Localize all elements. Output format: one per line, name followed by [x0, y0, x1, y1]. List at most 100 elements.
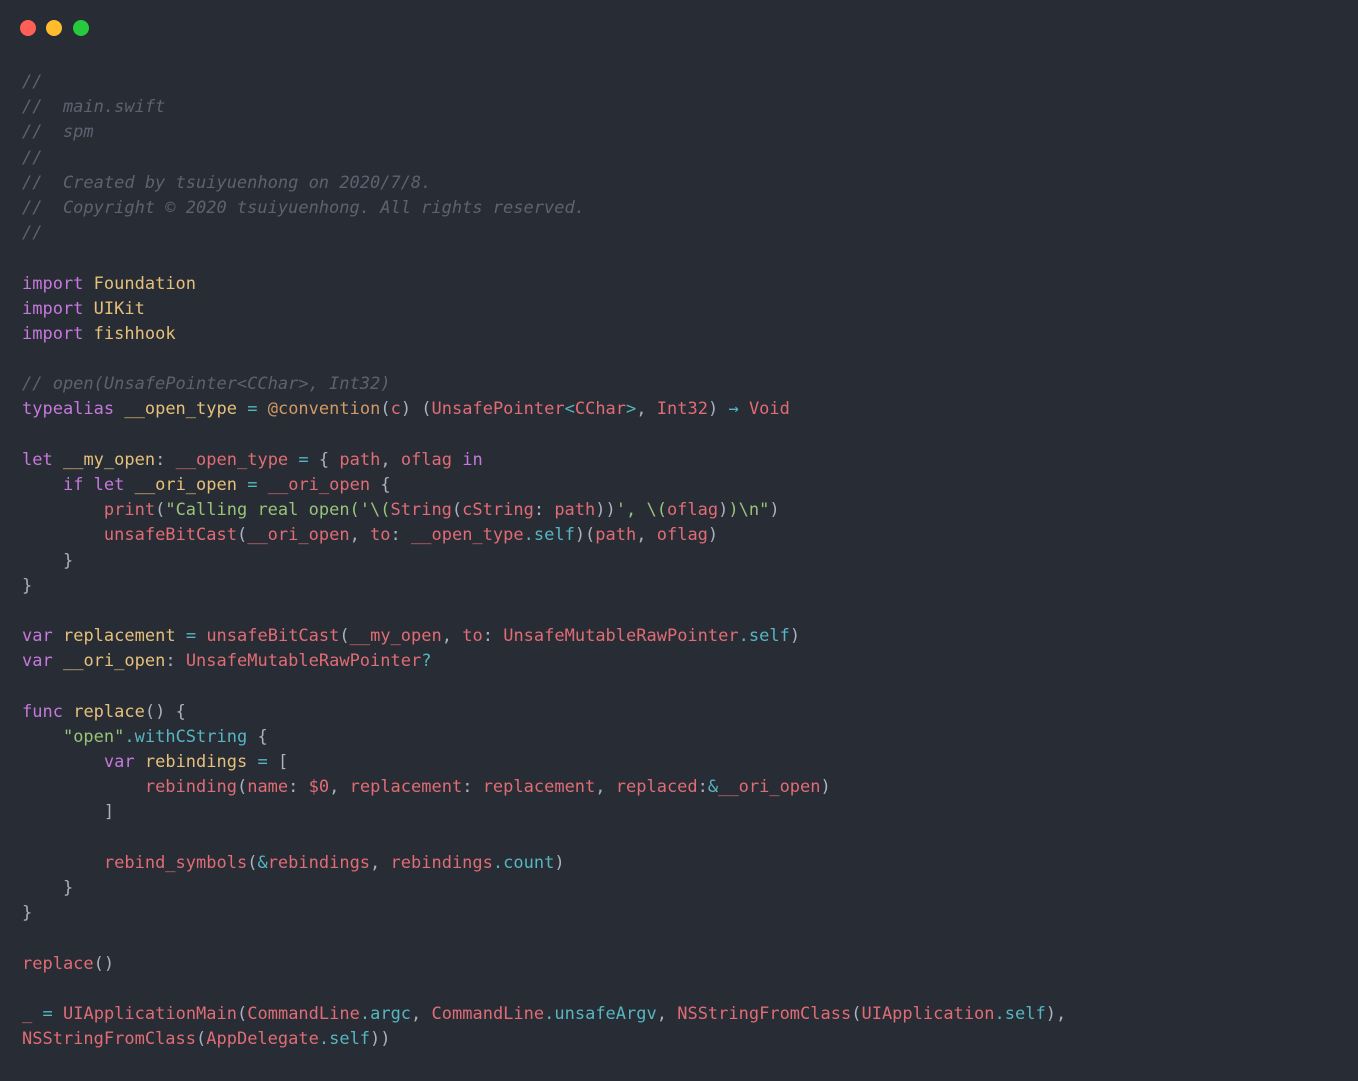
code-token-fn: UnsafeMutableRawPointer	[185, 651, 422, 672]
code-token-string: ', \(	[615, 500, 667, 521]
code-token-op: unsafeArgv	[554, 1003, 657, 1024]
code-token-keyword: typealias	[22, 399, 115, 420]
code-token-plain: :	[165, 651, 186, 672]
code-token-keyword: import	[22, 273, 84, 294]
code-token-keyword: in	[462, 449, 483, 470]
code-token-plain: )	[707, 525, 719, 546]
code-token-param: replacement	[349, 777, 463, 798]
code-token-plain: {	[308, 449, 340, 470]
code-token-plain: ) (	[400, 399, 432, 420]
code-token-fn: rebindings	[390, 852, 493, 873]
code-token-fn: __open_type	[175, 449, 289, 470]
code-line: _ = UIApplicationMain(CommandLine.argc, …	[22, 1002, 1066, 1027]
code-line: import Foundation	[22, 272, 1066, 297]
code-token-string: "open"	[62, 726, 125, 747]
code-token-op: =	[247, 399, 258, 420]
code-token-op: self	[329, 1029, 371, 1050]
code-token-fn: CChar	[574, 399, 627, 420]
code-line: var replacement = unsafeBitCast(__my_ope…	[22, 624, 1066, 649]
code-line: rebinding(name: $0, replacement: replace…	[22, 775, 1066, 800]
code-token-plain: ,	[636, 399, 657, 420]
code-token-param: oflag	[656, 525, 708, 546]
close-button[interactable]	[20, 20, 36, 36]
code-token-op: <	[564, 399, 575, 420]
code-token-plain: )	[789, 626, 801, 647]
code-token-fn: unsafeBitCast	[103, 525, 237, 546]
code-token-plain: ))	[595, 500, 616, 521]
code-token-comment: //	[22, 72, 43, 92]
code-token-name: __ori_open	[134, 475, 237, 495]
minimize-button[interactable]	[46, 20, 62, 36]
code-line: replace()	[22, 952, 1066, 977]
code-token-plain: (	[339, 626, 350, 647]
code-token-plain: }	[22, 903, 33, 924]
code-token-type: fishhook	[93, 323, 176, 344]
code-line: if let __ori_open = __ori_open {	[22, 473, 1066, 498]
code-line: unsafeBitCast(__ori_open, to: __open_typ…	[22, 523, 1066, 548]
code-token-plain: )	[718, 500, 729, 521]
code-line: }	[22, 876, 1066, 901]
code-window: // // main.swift // spm // // Created by tsu…	[0, 0, 1358, 1081]
code-token-fn: NSStringFromClass	[22, 1029, 196, 1050]
code-token-op: .	[544, 1003, 555, 1024]
code-token-fn: rebindings	[267, 852, 371, 873]
code-token-name: rebindings	[144, 752, 248, 773]
code-token-plain: ))	[370, 1029, 391, 1050]
zoom-button[interactable]	[73, 20, 89, 36]
code-line: // main.swift	[22, 95, 1066, 120]
code-token-fn: rebinding	[144, 777, 237, 798]
code-token-fn: unsafeBitCast	[206, 626, 340, 647]
code-line: }	[22, 901, 1066, 926]
code-token-plain: :	[462, 777, 483, 798]
code-token-name: __open_type	[124, 399, 237, 420]
code-token-fn: __ori_open	[718, 777, 821, 798]
code-token-param: c	[390, 399, 401, 420]
code-line: // open(UnsafePointer<CChar>, Int32)	[22, 372, 1066, 397]
code-token-keyword: var	[22, 651, 53, 672]
code-line: //	[22, 146, 1066, 171]
code-line: // Copyright © 2020 tsuiyuenhong. All ri…	[22, 196, 1066, 221]
code-token-fn: CommandLine	[431, 1003, 545, 1024]
code-token-plain: (	[236, 525, 248, 546]
code-token-plain: {	[247, 726, 268, 747]
code-token-comment: //	[22, 147, 43, 168]
code-token-fn: _	[22, 1003, 33, 1024]
code-token-op: =	[247, 475, 258, 495]
code-token-plain: :	[533, 500, 555, 521]
code-token-comment: // open(UnsafePointer<CChar>, Int32)	[22, 374, 391, 395]
code-token-string: "Calling real open('\(	[165, 500, 391, 521]
code-token-plain: (	[247, 852, 258, 873]
code-token-keyword: import	[22, 298, 84, 319]
code-block: // // main.swift // spm // // Created by tsu…	[22, 70, 1066, 1052]
code-token-plain: ,	[370, 852, 391, 873]
code-token-param: to	[462, 626, 483, 647]
code-token-plain: ()	[93, 953, 115, 974]
code-token-op: >	[626, 399, 637, 420]
code-token-op: .	[124, 726, 135, 747]
code-token-op: =	[257, 752, 268, 773]
code-token-plain: :	[697, 777, 708, 798]
code-token-plain: (	[451, 500, 463, 521]
code-token-op: .	[492, 852, 504, 873]
code-line: rebind_symbols(&rebindings, rebindings.c…	[22, 851, 1066, 876]
code-token-fn: Int32	[656, 399, 708, 420]
code-token-op: →	[728, 399, 739, 420]
code-token-param: path	[339, 449, 381, 470]
